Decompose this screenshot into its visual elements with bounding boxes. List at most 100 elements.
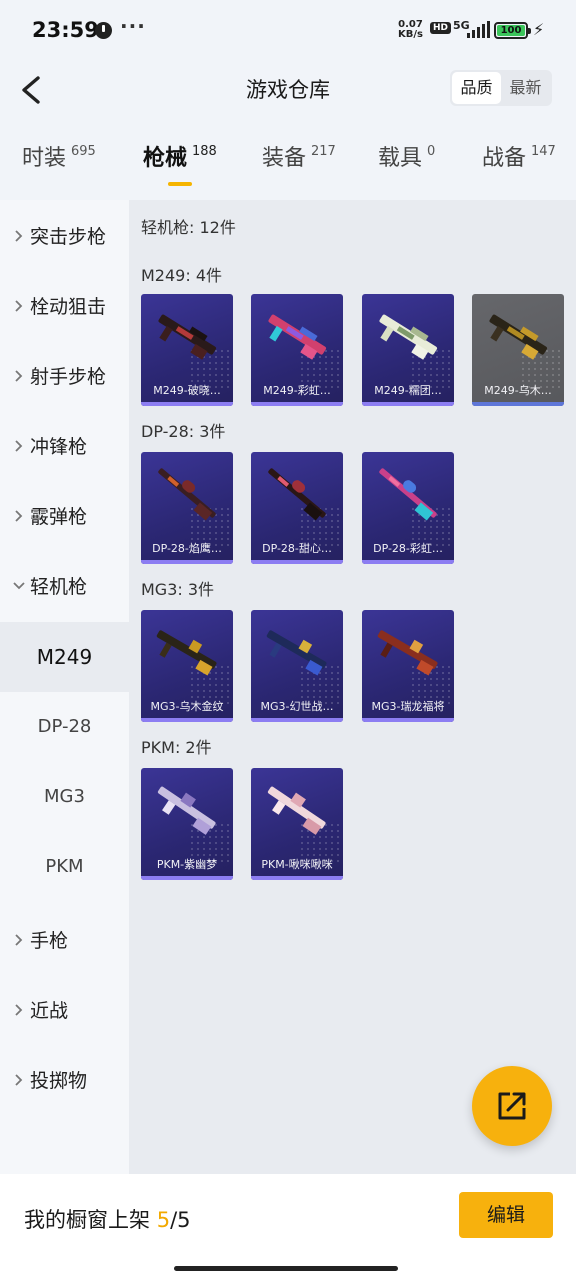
sort-quality-button[interactable]: 品质 bbox=[452, 72, 501, 104]
sidebar-item-label: 射手步枪 bbox=[30, 365, 107, 388]
app-header: 游戏仓库 品质 最新 bbox=[0, 60, 576, 120]
status-bar: 23:59 ··· 0.07 KB/s HD 5G 100 ⚡ bbox=[0, 0, 576, 60]
sidebar-item-bolt-sniper[interactable]: 栓动狙击 bbox=[0, 270, 129, 340]
gun-skin-image bbox=[156, 630, 217, 676]
item-name: M249-彩虹… bbox=[263, 384, 331, 397]
gun-skin-image bbox=[157, 786, 216, 835]
gun-skin-image bbox=[379, 468, 437, 521]
tab-label: 装备 bbox=[262, 146, 307, 171]
hd-voice-icon: HD bbox=[430, 22, 452, 34]
item-card[interactable]: MG3-乌木金纹 bbox=[141, 610, 233, 722]
group-title-mg3: MG3: 3件 bbox=[141, 580, 215, 599]
showcase-status: 我的橱窗上架 5/5 bbox=[24, 1204, 191, 1234]
item-name: DP-28-彩虹… bbox=[373, 542, 443, 555]
item-name: PKM-紫幽梦 bbox=[156, 858, 218, 871]
item-card[interactable]: PKM-紫幽梦 bbox=[141, 768, 233, 880]
network-speed: 0.07 KB/s bbox=[398, 20, 423, 40]
item-name: MG3-乌木金纹 bbox=[150, 700, 224, 713]
sidebar-item-throwable[interactable]: 投掷物 bbox=[0, 1044, 129, 1114]
tab-count: 188 bbox=[192, 144, 217, 159]
sidebar-item-label: 冲锋枪 bbox=[30, 435, 88, 458]
chevron-right-icon bbox=[12, 508, 26, 522]
item-card[interactable]: M249-彩虹… bbox=[251, 294, 343, 406]
tab-count: 147 bbox=[531, 144, 556, 159]
active-tab-indicator bbox=[168, 182, 192, 186]
gun-skin-image bbox=[268, 314, 327, 360]
chevron-right-icon bbox=[12, 1072, 26, 1086]
sidebar-item-label: 手枪 bbox=[30, 929, 69, 952]
sort-newest-button[interactable]: 最新 bbox=[501, 72, 550, 104]
rarity-bar bbox=[141, 876, 233, 880]
showcase-current-count: 5 bbox=[156, 1208, 171, 1232]
item-name: MG3-幻世战… bbox=[260, 700, 334, 713]
sidebar-subitem-dp28[interactable]: DP-28 bbox=[0, 692, 129, 762]
chevron-right-icon bbox=[12, 228, 26, 242]
edit-button[interactable]: 编辑 bbox=[459, 1192, 553, 1238]
item-card[interactable]: M249-破晓… bbox=[141, 294, 233, 406]
gun-skin-image bbox=[489, 314, 548, 360]
home-indicator[interactable] bbox=[174, 1266, 398, 1271]
more-notifications-indicator: ··· bbox=[120, 14, 146, 38]
chevron-right-icon bbox=[12, 438, 26, 452]
rarity-bar bbox=[141, 560, 233, 564]
battery-icon: 100 bbox=[494, 22, 531, 39]
category-tabs: 时装 695 枪械 188 装备 217 载具 0 战备 147 bbox=[0, 140, 576, 192]
item-name: M249-糯团… bbox=[374, 384, 442, 397]
tab-label: 枪械 bbox=[143, 146, 188, 171]
sidebar-item-label: 投掷物 bbox=[30, 1069, 88, 1092]
item-name: M249-乌木… bbox=[484, 384, 552, 397]
sidebar-subitem-m249[interactable]: M249 bbox=[0, 622, 129, 692]
gun-skin-image bbox=[266, 630, 327, 676]
gun-skin-image bbox=[267, 786, 326, 835]
item-grid-panel: 轻机枪: 12件 M249: 4件 M249-破晓… M249-彩虹… M249… bbox=[129, 200, 576, 1174]
item-name: DP-28-焰鹰… bbox=[152, 542, 222, 555]
gun-skin-image bbox=[377, 630, 438, 676]
tab-count: 695 bbox=[71, 144, 96, 159]
item-card[interactable]: DP-28-甜心… bbox=[251, 452, 343, 564]
tab-supplies[interactable]: 战备 147 bbox=[482, 140, 556, 190]
item-card[interactable]: MG3-瑞龙福将 bbox=[362, 610, 454, 722]
item-card[interactable]: M249-乌木… bbox=[472, 294, 564, 406]
sidebar-item-shotgun[interactable]: 霰弹枪 bbox=[0, 480, 129, 550]
tab-count: 0 bbox=[427, 144, 436, 159]
charging-icon: ⚡ bbox=[533, 20, 545, 39]
item-name: MG3-瑞龙福将 bbox=[371, 700, 445, 713]
chevron-down-icon bbox=[12, 578, 26, 592]
battery-level: 100 bbox=[497, 25, 525, 36]
item-card[interactable]: MG3-幻世战… bbox=[251, 610, 343, 722]
chevron-right-icon bbox=[12, 368, 26, 382]
category-summary: 轻机枪: 12件 bbox=[141, 218, 236, 237]
item-card[interactable]: PKM-啾咪啾咪 bbox=[251, 768, 343, 880]
tab-equipment[interactable]: 装备 217 bbox=[262, 140, 336, 190]
sidebar-item-label: 突击步枪 bbox=[30, 225, 107, 248]
sidebar: 突击步枪 栓动狙击 射手步枪 冲锋枪 霰弹枪 轻机枪 M249 DP-28 MG… bbox=[0, 200, 129, 1174]
item-card[interactable]: M249-糯团… bbox=[362, 294, 454, 406]
rarity-bar bbox=[362, 560, 454, 564]
sidebar-item-pistol[interactable]: 手枪 bbox=[0, 904, 129, 974]
sidebar-subitem-pkm[interactable]: PKM bbox=[0, 832, 129, 902]
chevron-right-icon bbox=[12, 932, 26, 946]
tab-vehicles[interactable]: 载具 0 bbox=[378, 140, 435, 190]
sidebar-item-melee[interactable]: 近战 bbox=[0, 974, 129, 1044]
item-name: M249-破晓… bbox=[153, 384, 221, 397]
share-button[interactable] bbox=[472, 1066, 552, 1146]
tab-guns[interactable]: 枪械 188 bbox=[143, 140, 217, 190]
tab-outfits[interactable]: 时装 695 bbox=[22, 140, 96, 190]
showcase-total-count: 5 bbox=[177, 1208, 191, 1232]
sidebar-item-assault-rifle[interactable]: 突击步枪 bbox=[0, 200, 129, 270]
tab-label: 时装 bbox=[22, 146, 67, 171]
group-title-pkm: PKM: 2件 bbox=[141, 738, 212, 757]
group-title-m249: M249: 4件 bbox=[141, 266, 223, 285]
sidebar-item-marksman-rifle[interactable]: 射手步枪 bbox=[0, 340, 129, 410]
item-card[interactable]: DP-28-焰鹰… bbox=[141, 452, 233, 564]
sidebar-item-lmg[interactable]: 轻机枪 bbox=[0, 550, 129, 620]
chevron-right-icon bbox=[12, 1002, 26, 1016]
rarity-bar bbox=[141, 718, 233, 722]
signal-strength-icon bbox=[467, 21, 490, 38]
notification-app-icon bbox=[95, 22, 112, 39]
rarity-bar bbox=[251, 402, 343, 406]
sidebar-item-smg[interactable]: 冲锋枪 bbox=[0, 410, 129, 480]
rarity-bar bbox=[362, 402, 454, 406]
sidebar-subitem-mg3[interactable]: MG3 bbox=[0, 762, 129, 832]
item-card[interactable]: DP-28-彩虹… bbox=[362, 452, 454, 564]
